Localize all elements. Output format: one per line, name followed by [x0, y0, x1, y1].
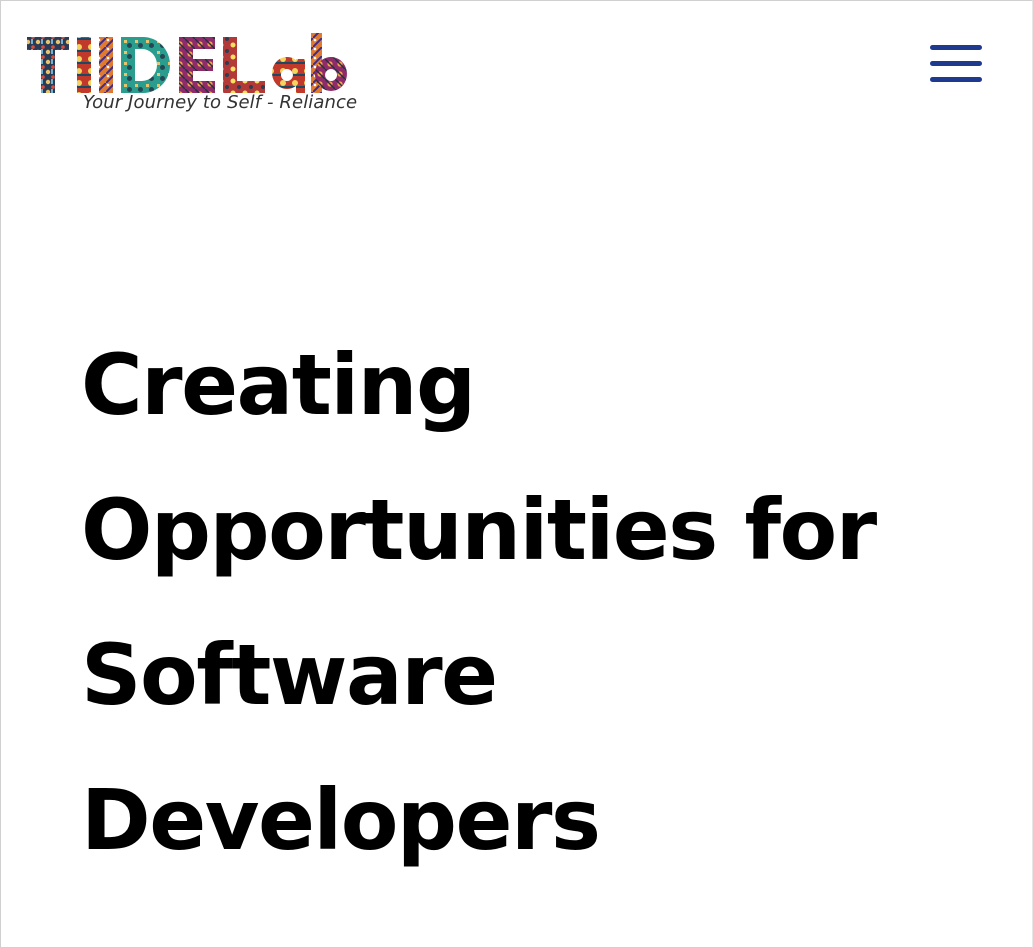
menu-bar-top: [930, 44, 982, 50]
hero-line-1: Creating: [81, 336, 476, 434]
hero-line-4: Developers: [81, 771, 601, 869]
menu-bar-bottom: [930, 76, 982, 82]
hero-line-2: Opportunities for: [81, 481, 877, 579]
page: Your Journey to Self - Reliance Creating…: [0, 0, 1033, 948]
logo-tagline: Your Journey to Self - Reliance: [83, 92, 358, 113]
hamburger-menu-icon: [930, 44, 982, 82]
hero-line-3: Software: [81, 626, 498, 724]
menu-bar-middle: [930, 60, 982, 66]
hero-heading: Creating Opportunities for Software Deve…: [81, 313, 981, 893]
hamburger-menu-button[interactable]: [923, 35, 989, 91]
site-logo[interactable]: Your Journey to Self - Reliance: [25, 29, 375, 119]
